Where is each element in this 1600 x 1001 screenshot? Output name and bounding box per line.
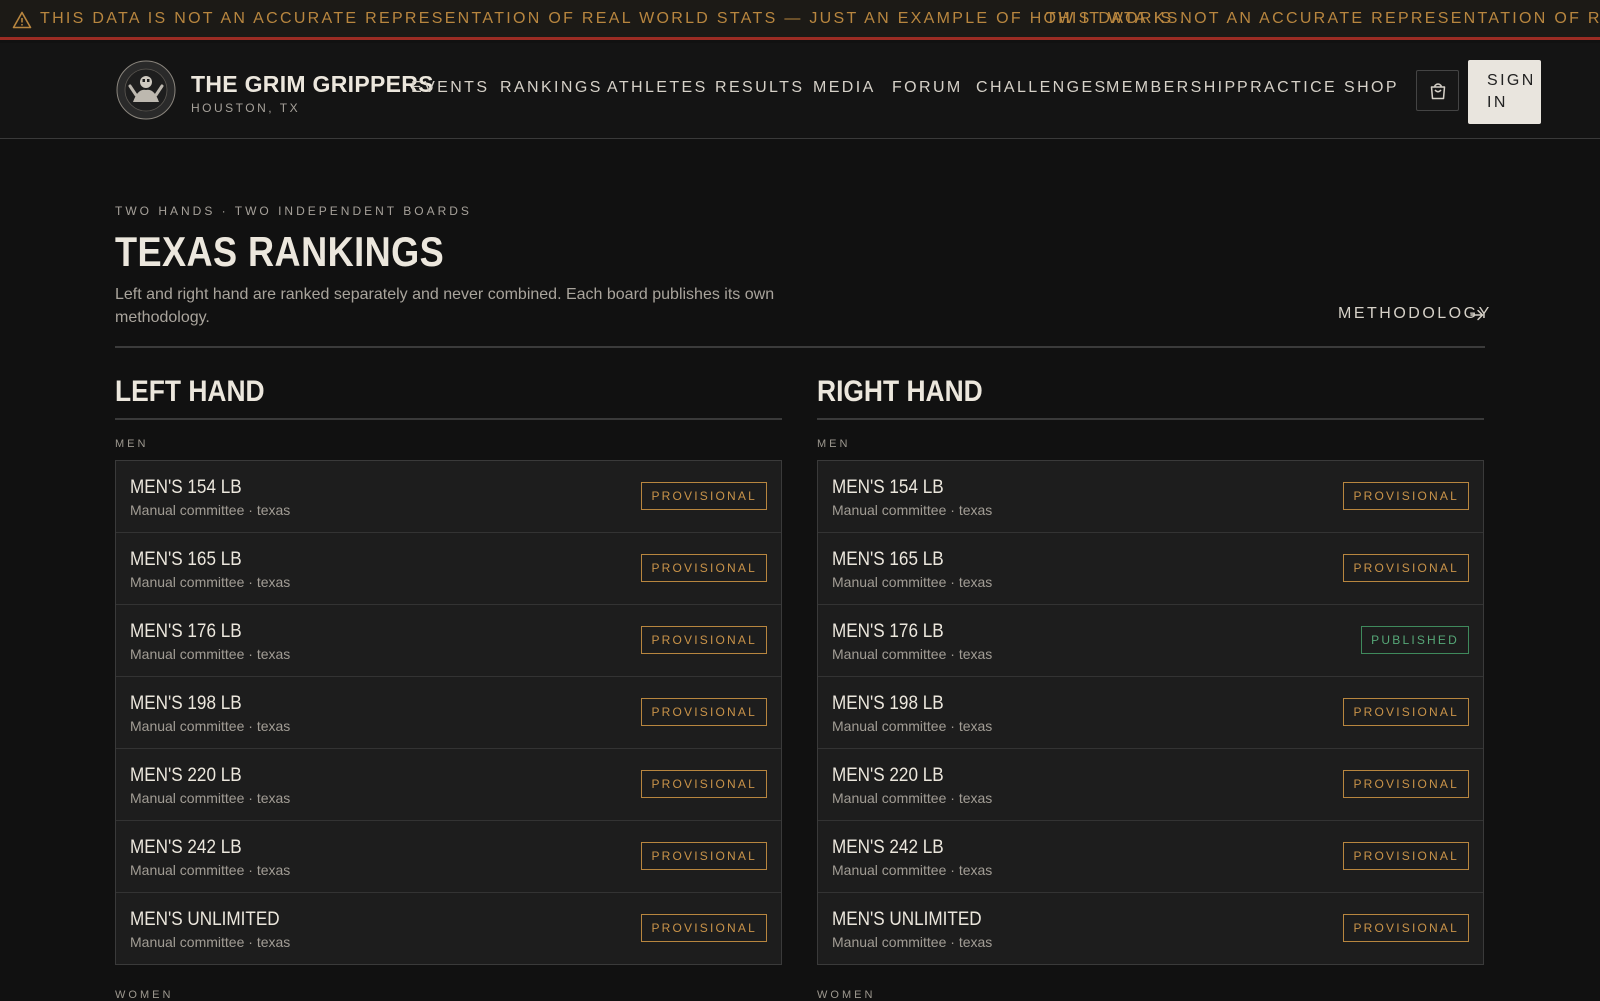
nav-rankings[interactable]: RANKINGS (500, 79, 603, 97)
status-badge: PROVISIONAL (641, 770, 767, 798)
brand-name[interactable]: THE GRIM GRIPPERS (191, 71, 434, 98)
division-method: Manual committee · texas (832, 646, 993, 662)
ranking-row[interactable]: MEN'S 220 LB Manual committee · texas PROV… (116, 749, 781, 821)
nav-athletes[interactable]: ATHLETES (607, 79, 708, 97)
division-title: MEN'S 198 LB (832, 693, 944, 714)
division-title: MEN'S UNLIMITED (130, 909, 280, 930)
grim-grippers-logo[interactable] (116, 60, 176, 120)
division-title: MEN'S UNLIMITED (832, 909, 982, 930)
shopping-bag-icon (1430, 83, 1446, 100)
status-badge: PROVISIONAL (1343, 482, 1469, 510)
division-method: Manual committee · texas (130, 934, 291, 950)
rankings-list: MEN'S 154 LB Manual committee · texas PROV… (115, 460, 782, 965)
division-method: Manual committee · texas (832, 862, 993, 878)
division-method: Manual committee · texas (832, 574, 993, 590)
board-divider (115, 418, 782, 420)
nav-forum[interactable]: FORUM (892, 79, 963, 97)
division-title: MEN'S 176 LB (832, 621, 944, 642)
page-intro: Left and right hand are ranked separatel… (115, 286, 775, 326)
nav-membership[interactable]: MEMBERSHIP (1106, 79, 1238, 97)
division-method: Manual committee · texas (130, 790, 291, 806)
ranking-row[interactable]: MEN'S 154 LB Manual committee · texas PROV… (818, 461, 1483, 533)
division-method: Manual committee · texas (832, 934, 993, 950)
ranking-row[interactable]: MEN'S 242 LB Manual committee · texas PROV… (818, 821, 1483, 893)
division-method: Manual committee · texas (130, 502, 291, 518)
nav-shop[interactable]: SHOP (1344, 79, 1399, 97)
division-method: Manual committee · texas (130, 862, 291, 878)
ranking-row[interactable]: MEN'S 198 LB Manual committee · texas PROV… (818, 677, 1483, 749)
nav-practice[interactable]: PRACTICE (1237, 79, 1337, 97)
status-badge: PUBLISHED (1361, 626, 1469, 654)
division-title: MEN'S 220 LB (832, 765, 944, 786)
ranking-row[interactable]: MEN'S UNLIMITED Manual committee · texas P… (116, 893, 781, 964)
status-badge: PROVISIONAL (1343, 842, 1469, 870)
ranking-row[interactable]: MEN'S 242 LB Manual committee · texas PROV… (116, 821, 781, 893)
division-method: Manual committee · texas (832, 718, 993, 734)
division-title: MEN'S 176 LB (130, 621, 242, 642)
division-title: MEN'S 165 LB (130, 549, 242, 570)
status-badge: PROVISIONAL (641, 698, 767, 726)
status-badge: PROVISIONAL (1343, 554, 1469, 582)
ranking-row[interactable]: MEN'S 165 LB Manual committee · texas PROV… (818, 533, 1483, 605)
disclaimer-ticker: THIS DATA IS NOT AN ACCURATE REPRESENTAT… (0, 0, 1600, 40)
division-title: MEN'S 198 LB (130, 693, 242, 714)
division-method: Manual committee · texas (130, 646, 291, 662)
division-method: Manual committee · texas (130, 718, 291, 734)
warning-icon (12, 11, 32, 29)
ranking-row[interactable]: MEN'S 176 LB Manual committee · texas PROV… (116, 605, 781, 677)
group-label-men: MEN (115, 438, 149, 450)
arrow-right-icon (1470, 309, 1484, 321)
division-method: Manual committee · texas (832, 790, 993, 806)
site-header: THE GRIM GRIPPERS HOUSTON, TX EVENTS RAN… (0, 43, 1600, 139)
sign-in-button[interactable]: SIGN IN (1468, 60, 1541, 124)
nav-media[interactable]: MEDIA (813, 79, 876, 97)
ranking-row[interactable]: MEN'S 176 LB Manual committee · texas PUBL… (818, 605, 1483, 677)
sign-in-label: SIGN IN (1487, 72, 1536, 111)
group-label-women: WOMEN (115, 989, 174, 1001)
brand-location: HOUSTON, TX (191, 101, 301, 115)
ranking-row[interactable]: MEN'S 220 LB Manual committee · texas PROV… (818, 749, 1483, 821)
ticker-message: THIS DATA IS NOT AN ACCURATE REPRESENTAT… (40, 10, 1187, 27)
ranking-row[interactable]: MEN'S 154 LB Manual committee · texas PROV… (116, 461, 781, 533)
division-method: Manual committee · texas (832, 502, 993, 518)
group-label-men: MEN (817, 438, 851, 450)
page-eyebrow: TWO HANDS · TWO INDEPENDENT BOARDS (115, 204, 472, 218)
division-title: MEN'S 220 LB (130, 765, 242, 786)
nav-results[interactable]: RESULTS (715, 79, 804, 97)
board-title: RIGHT HAND (817, 375, 983, 408)
ranking-row[interactable]: MEN'S 165 LB Manual committee · texas PROV… (116, 533, 781, 605)
board-divider (817, 418, 1484, 420)
ticker-message-repeat: THIS DATA IS NOT AN ACCURATE REPRESENTAT… (1046, 10, 1600, 27)
ranking-row[interactable]: MEN'S UNLIMITED Manual committee · texas P… (818, 893, 1483, 964)
status-badge: PROVISIONAL (641, 554, 767, 582)
status-badge: PROVISIONAL (1343, 914, 1469, 942)
status-badge: PROVISIONAL (641, 482, 767, 510)
status-badge: PROVISIONAL (1343, 770, 1469, 798)
division-title: MEN'S 154 LB (832, 477, 944, 498)
status-badge: PROVISIONAL (641, 842, 767, 870)
division-title: MEN'S 242 LB (130, 837, 242, 858)
hero-divider (115, 346, 1485, 348)
group-label-women: WOMEN (817, 989, 876, 1001)
division-title: MEN'S 242 LB (832, 837, 944, 858)
ranking-row[interactable]: MEN'S 198 LB Manual committee · texas PROV… (116, 677, 781, 749)
rankings-list: MEN'S 154 LB Manual committee · texas PROV… (817, 460, 1484, 965)
division-title: MEN'S 165 LB (832, 549, 944, 570)
division-method: Manual committee · texas (130, 574, 291, 590)
nav-events[interactable]: EVENTS (411, 79, 489, 97)
status-badge: PROVISIONAL (1343, 698, 1469, 726)
nav-challenges[interactable]: CHALLENGES (976, 79, 1108, 97)
board-title: LEFT HAND (115, 375, 265, 408)
status-badge: PROVISIONAL (641, 626, 767, 654)
methodology-link[interactable]: METHODOLOGY (1338, 305, 1492, 323)
division-title: MEN'S 154 LB (130, 477, 242, 498)
cart-button[interactable] (1416, 70, 1459, 111)
methodology-label: METHODOLOGY (1338, 305, 1492, 322)
page-title: TEXAS RANKINGS (115, 228, 445, 275)
status-badge: PROVISIONAL (641, 914, 767, 942)
